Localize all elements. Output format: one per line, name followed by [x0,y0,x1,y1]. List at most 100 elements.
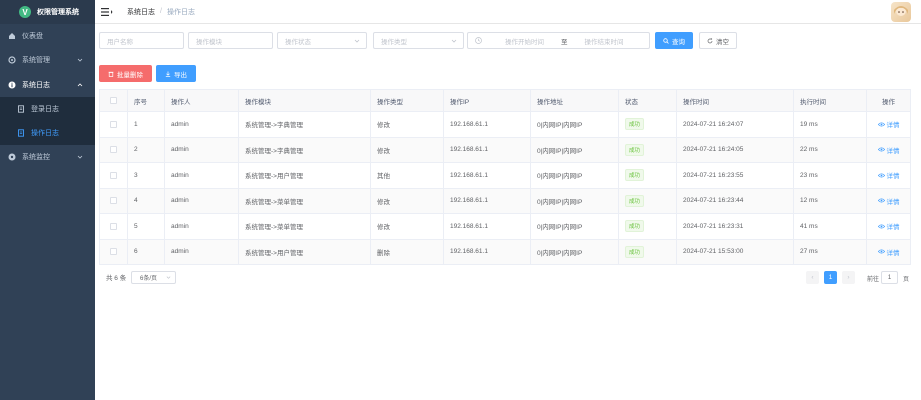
table-row: 2 admin 系统管理->字典管理 修改 192.168.61.1 0|内网I… [100,137,910,163]
column-header: 状态 [619,90,677,111]
document-icon [17,105,25,113]
export-label: 导出 [174,71,187,79]
goto-page-input[interactable]: 1 [881,271,898,284]
username-input[interactable]: 用户名称 [99,32,184,49]
row-checkbox[interactable] [110,197,117,205]
cell-ip: 192.168.61.1 [444,163,531,188]
hamburger-icon[interactable] [101,7,113,17]
column-header: 操作时间 [677,90,794,111]
sidebar-item-operation-log[interactable]: 操作日志 [0,121,95,145]
avatar[interactable] [891,2,911,22]
batch-delete-button[interactable]: 批量删除 [99,65,152,82]
module-placeholder: 操作模块 [196,38,222,46]
eye-icon [877,198,885,203]
detail-link[interactable]: 详情 [877,145,900,155]
search-button[interactable]: 查询 [655,32,693,49]
column-header: 操作 [882,98,895,106]
reset-label: 清空 [716,38,729,46]
row-checkbox[interactable] [110,120,117,128]
cell-time: 2024-07-21 16:24:05 [677,137,794,162]
chevron-down-icon [354,39,360,43]
row-checkbox[interactable] [110,248,117,256]
row-select-cell [100,188,128,213]
row-checkbox[interactable] [110,146,117,154]
column-header: 操作IP [444,90,531,111]
batch-delete-label: 批量删除 [117,71,143,79]
cell-status: 成功 [619,214,677,239]
page-size-select[interactable]: 6条/页 [131,271,176,284]
logo-icon: V [19,6,31,18]
detail-link[interactable]: 详情 [877,170,900,180]
column-header: 操作模块 [239,90,371,111]
cell-address: 0|内网IP|内网IP [531,137,619,162]
cell-time: 2024-07-21 16:23:44 [677,188,794,213]
breadcrumb-item[interactable]: 系统日志 [127,7,155,17]
dashboard-icon [8,32,16,40]
cell-action: 详情 [867,138,910,163]
prev-icon: ‹ [811,274,814,281]
column-header: 操作类型 [371,90,444,111]
cell-cost: 27 ms [794,239,867,264]
cell-no: 1 [128,112,165,137]
operation-log-table: 序号 操作人 操作模块 操作类型 操作IP 操作地址 状态 操作时间 执行时间 … [99,89,911,265]
gear-icon [8,56,16,64]
status-badge: 成功 [625,194,645,207]
start-time-placeholder: 操作开始时间 [505,38,544,46]
sidebar-item-login-log[interactable]: 登录日志 [0,97,95,121]
goto-label: 前往 [867,277,880,283]
clock-icon [475,37,482,44]
cell-module: 系统管理->菜单管理 [239,214,371,239]
status-badge: 成功 [625,118,645,131]
detail-link[interactable]: 详情 [877,196,900,206]
select-all-cell [100,90,128,111]
cell-user: admin [165,137,239,162]
next-icon: › [847,274,850,281]
export-button[interactable]: 导出 [156,65,196,82]
username-placeholder: 用户名称 [107,38,133,46]
row-checkbox[interactable] [110,171,117,179]
breadcrumb-item-current: 操作日志 [166,8,195,16]
prev-page-button[interactable]: ‹ [806,271,819,284]
detail-link[interactable]: 详情 [877,119,900,129]
chevron-down-icon [77,58,83,62]
sidebar-item-label: 仪表盘 [22,33,43,40]
next-page-button[interactable]: › [842,271,855,284]
sidebar-item-system-management[interactable]: 系统管理 [0,48,95,72]
detail-link[interactable]: 详情 [877,247,900,257]
cell-ip: 192.168.61.1 [444,214,531,239]
delete-icon [108,71,114,77]
cell-address: 0|内网IP|内网IP [531,112,619,137]
eye-icon [877,249,885,254]
info-icon [8,81,16,89]
type-select[interactable]: 操作类型 [373,32,464,49]
app-logo[interactable]: V 权限管理系统 [0,0,95,24]
cell-address: 0|内网IP|内网IP [531,188,619,213]
select-all-checkbox[interactable] [110,97,117,104]
status-select[interactable]: 操作状态 [277,32,367,49]
module-input[interactable]: 操作模块 [188,32,273,49]
sidebar-item-label: 系统管理 [22,57,50,64]
monitor-icon [8,153,16,161]
cell-user: admin [165,239,239,264]
cell-cost: 12 ms [794,188,867,213]
cell-time: 2024-07-21 16:23:31 [677,214,794,239]
date-range-picker[interactable]: 操作开始时间 至 操作结束时间 [467,32,650,49]
sidebar-item-system-monitor[interactable]: 系统监控 [0,145,95,169]
row-checkbox[interactable] [110,222,117,230]
detail-link[interactable]: 详情 [877,221,900,231]
reset-button[interactable]: 清空 [699,32,737,49]
sidebar-item-dashboard[interactable]: 仪表盘 [0,24,95,48]
table-row: 1 admin 系统管理->字典管理 修改 192.168.61.1 0|内网I… [100,112,910,138]
cell-time: 2024-07-21 15:53:00 [677,239,794,264]
chevron-down-icon [77,155,83,159]
sidebar-item-system-log[interactable]: 系统日志 [0,73,95,97]
cell-action: 详情 [867,189,910,214]
range-separator: 至 [561,38,568,46]
table-row: 3 admin 系统管理->用户管理 其他 192.168.61.1 0|内网I… [100,163,910,189]
cell-type: 其他 [371,163,444,188]
cell-module: 系统管理->用户管理 [239,239,371,264]
chevron-down-icon [166,276,171,279]
detail-label: 详情 [886,198,900,206]
cell-status: 成功 [619,112,677,137]
page-number-current[interactable]: 1 [824,271,837,284]
